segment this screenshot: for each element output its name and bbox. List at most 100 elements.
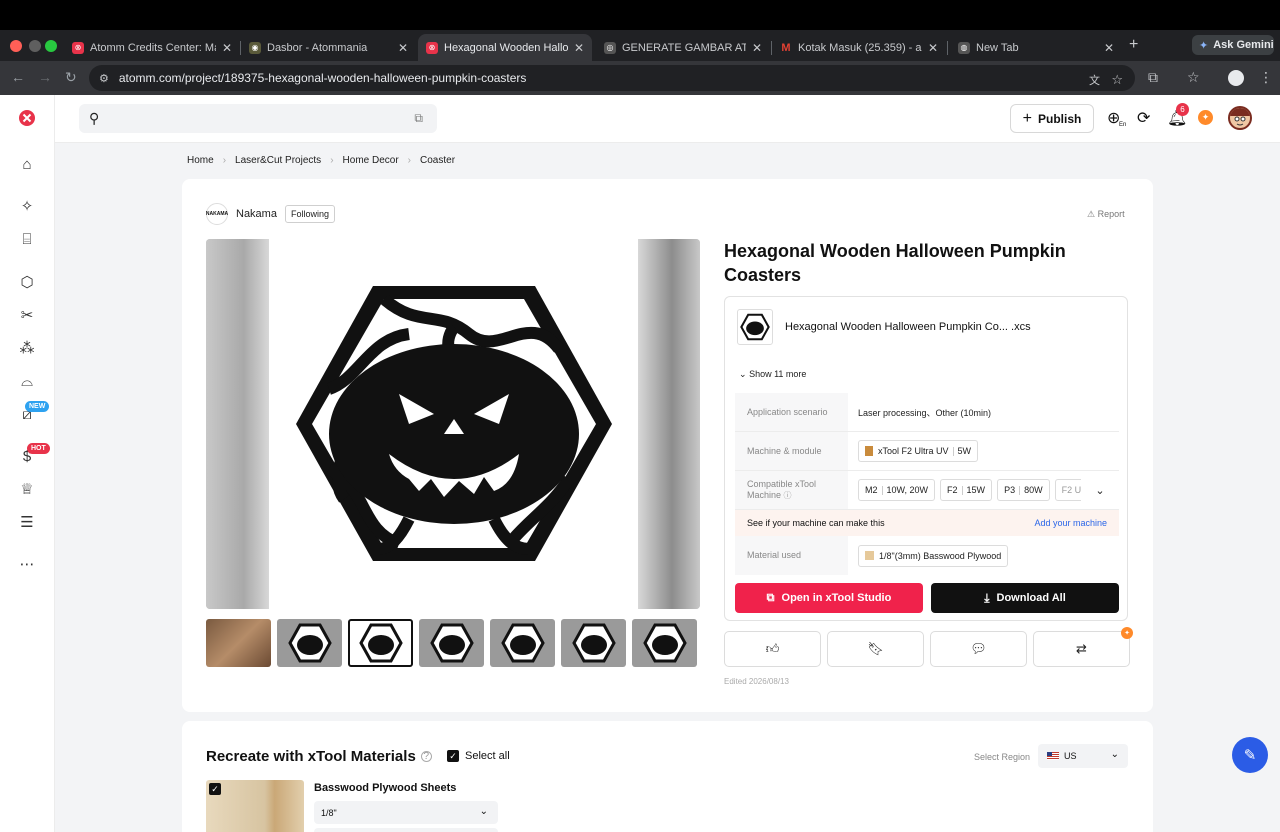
breadcrumb-current[interactable]: Coaster: [420, 155, 455, 166]
thumbnail[interactable]: [561, 619, 626, 667]
credits-coin-icon[interactable]: ✦: [1198, 110, 1213, 125]
close-icon[interactable]: ✕: [574, 41, 584, 55]
profile-avatar[interactable]: [1228, 70, 1244, 86]
show-more-button[interactable]: ⌄ Show 11 more: [739, 369, 806, 380]
expand-chevron-icon[interactable]: ⌄: [1081, 471, 1119, 509]
plus-icon: +: [1022, 109, 1032, 127]
machine-power: 5W: [957, 446, 972, 456]
ask-gemini-button[interactable]: ✦ Ask Gemini: [1192, 35, 1274, 55]
machine-chip[interactable]: xTool F2 Ultra UV 5W: [858, 440, 979, 462]
user-avatar[interactable]: [1228, 106, 1252, 130]
thumbnail-photo[interactable]: [206, 619, 271, 667]
new-tab-button[interactable]: +: [1129, 36, 1138, 54]
browser-tab[interactable]: ◉ Dasbor - Atommania ✕: [241, 34, 416, 61]
feedback-fab-button[interactable]: ✎: [1232, 737, 1268, 773]
sync-icon[interactable]: ⟳: [1137, 108, 1150, 128]
download-all-button[interactable]: ⤓ Download All: [931, 583, 1119, 613]
comment-button[interactable]: 💬︎: [930, 631, 1027, 667]
machine-icon[interactable]: ⌓: [18, 372, 36, 390]
region-value: US: [1064, 751, 1077, 761]
author-logo[interactable]: NAKAMA: [206, 203, 228, 225]
author-name[interactable]: Nakama: [236, 208, 277, 220]
help-icon[interactable]: ?: [420, 751, 432, 762]
sparkle-icon[interactable]: ✧: [18, 197, 36, 215]
forward-icon[interactable]: →: [38, 69, 52, 85]
breadcrumb-subcategory[interactable]: Home Decor: [343, 155, 399, 166]
thumbnail[interactable]: [277, 619, 342, 667]
following-button[interactable]: Following: [284, 205, 335, 223]
material-chip[interactable]: 1/8"(3mm) Basswood Plywood: [858, 544, 1009, 567]
compat-value: 10W, 20W: [886, 485, 929, 495]
search-icon: ⚲: [89, 110, 100, 126]
thumbnail[interactable]: [419, 619, 484, 667]
apps-icon[interactable]: ⁂: [18, 339, 36, 357]
close-window-button[interactable]: [10, 40, 22, 52]
store-icon[interactable]: ⌸: [18, 230, 36, 248]
minimize-window-button[interactable]: [29, 40, 41, 52]
home-icon[interactable]: ⌂: [18, 155, 36, 173]
browser-tab-active[interactable]: ⊗ Hexagonal Wooden Hallowee... ✕: [418, 34, 592, 61]
like-button[interactable]: 👍︎: [724, 631, 821, 667]
material-size-select[interactable]: 1/8" ⌄: [314, 801, 498, 824]
compat-chip[interactable]: F2 15W: [940, 479, 993, 501]
close-icon[interactable]: ✕: [752, 41, 762, 55]
material-option-select[interactable]: [314, 828, 498, 832]
browser-tab[interactable]: ◎ GENERATE GAMBAR ATOMM ✕: [596, 34, 770, 61]
chevron-down-icon: ⌄: [739, 369, 747, 379]
close-icon[interactable]: ✕: [222, 41, 232, 55]
search-input[interactable]: ⚲ ⧉: [79, 104, 437, 133]
material-image[interactable]: ✓: [206, 780, 304, 832]
image-blur-right: [638, 239, 700, 609]
browser-tab[interactable]: ⊗ Atomm Credits Center: Make... ✕: [64, 34, 240, 61]
help-icon[interactable]: ⓘ: [784, 491, 792, 500]
close-icon[interactable]: ✕: [398, 41, 408, 55]
main-project-image[interactable]: [206, 239, 700, 609]
translate-icon[interactable]: 文: [1089, 72, 1100, 88]
notification-count-badge: 6: [1176, 103, 1189, 116]
compat-chip[interactable]: M2 10W, 20W: [858, 479, 936, 501]
report-label: Report: [1097, 209, 1125, 219]
tab-title: New Tab: [976, 41, 1019, 54]
close-icon[interactable]: ✕: [1104, 41, 1114, 55]
bookmark-star-icon[interactable]: ☆: [1111, 72, 1123, 88]
tab-title: Kotak Masuk (25.359) - alera...: [798, 41, 922, 54]
browser-tab[interactable]: M Kotak Masuk (25.359) - alera... ✕: [772, 34, 946, 61]
report-button[interactable]: ⚠ Report: [1087, 209, 1125, 220]
site-settings-icon[interactable]: ⚙: [99, 72, 109, 85]
cube-icon[interactable]: ⬡: [18, 273, 36, 291]
back-icon[interactable]: ←: [11, 69, 25, 85]
browser-tab[interactable]: ◍ New Tab ✕: [950, 34, 1122, 61]
url-field[interactable]: ⚙ atomm.com/project/189375-hexagonal-woo…: [89, 65, 1135, 91]
materials-title-text: Recreate with xTool Materials: [206, 748, 416, 765]
material-checkbox[interactable]: ✓: [209, 783, 221, 795]
compat-chip[interactable]: P3 80W: [997, 479, 1050, 501]
maximize-window-button[interactable]: [45, 40, 57, 52]
thumbnail[interactable]: [632, 619, 697, 667]
atomm-logo-icon[interactable]: [18, 109, 36, 127]
thumbnail-selected[interactable]: [348, 619, 413, 667]
more-menu-icon[interactable]: ⋮: [1259, 69, 1273, 86]
bookmarks-icon[interactable]: ☆: [1187, 69, 1200, 86]
breadcrumb: Home › Laser&Cut Projects › Home Decor ›…: [187, 155, 455, 166]
select-all-checkbox[interactable]: ✓ Select all: [447, 750, 510, 762]
breadcrumb-category[interactable]: Laser&Cut Projects: [235, 155, 321, 166]
url-text: atomm.com/project/189375-hexagonal-woode…: [118, 71, 527, 85]
more-icon[interactable]: ⋯: [18, 555, 36, 573]
bookmark-button[interactable]: 🔖︎: [827, 631, 924, 667]
tools-icon[interactable]: ✂: [18, 306, 36, 324]
region-select[interactable]: US ⌄: [1038, 744, 1128, 768]
document-icon[interactable]: ☰: [18, 513, 36, 531]
info-row-compatible: Compatible xTool Machine ⓘ M2 10W, 20W F2…: [735, 471, 1119, 510]
share-button[interactable]: ⇄ ✦: [1033, 627, 1133, 667]
close-icon[interactable]: ✕: [928, 41, 938, 55]
breadcrumb-home[interactable]: Home: [187, 155, 214, 166]
publish-button[interactable]: + Publish: [1010, 104, 1094, 133]
reload-icon[interactable]: ↻: [65, 69, 77, 86]
file-row[interactable]: Hexagonal Wooden Halloween Pumpkin Co...…: [737, 309, 1031, 345]
image-search-icon[interactable]: ⧉: [414, 111, 423, 126]
thumbnail[interactable]: [490, 619, 555, 667]
add-machine-link[interactable]: Add your machine: [1034, 518, 1107, 528]
open-in-xtool-studio-button[interactable]: ⧉ Open in xTool Studio: [735, 583, 923, 613]
trophy-icon[interactable]: ♕: [18, 480, 36, 498]
extensions-icon[interactable]: ⧉: [1148, 69, 1158, 86]
